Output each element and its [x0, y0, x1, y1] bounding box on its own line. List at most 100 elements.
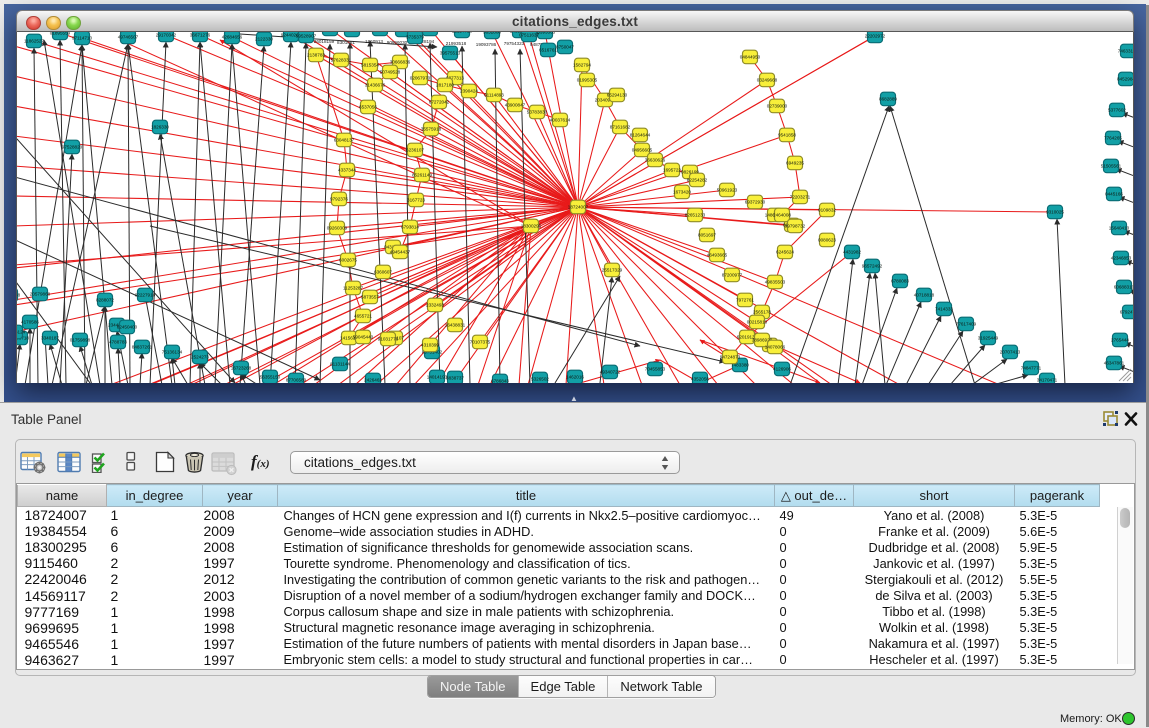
svg-text:14014193: 14014193 [427, 375, 448, 380]
svg-text:1462016: 1462016 [566, 375, 584, 380]
svg-text:25517329: 25517329 [602, 268, 623, 273]
svg-text:8682889: 8682889 [879, 97, 897, 102]
svg-text:84837261: 84837261 [132, 345, 153, 350]
svg-text:2138783: 2138783 [307, 53, 325, 58]
svg-text:97114710: 97114710 [72, 36, 93, 41]
svg-text:0109832: 0109832 [818, 208, 836, 213]
svg-text:18724007: 18724007 [568, 205, 589, 210]
svg-text:20579868: 20579868 [30, 292, 51, 297]
svg-text:36630626: 36630626 [645, 158, 666, 163]
svg-text:04956605: 04956605 [632, 148, 653, 153]
svg-text:6236107: 6236107 [406, 148, 424, 153]
svg-text:1673420: 1673420 [673, 190, 691, 195]
svg-text:60688310: 60688310 [1114, 285, 1133, 290]
svg-text:81264644: 81264644 [630, 133, 651, 138]
svg-text:2817180: 2817180 [436, 83, 454, 88]
svg-text:14078066: 14078066 [765, 345, 786, 350]
svg-text:6360607: 6360607 [374, 270, 392, 275]
svg-text:9541858: 9541858 [778, 133, 796, 138]
svg-text:1695722: 1695722 [663, 168, 681, 173]
svg-text:3167723: 3167723 [407, 198, 425, 203]
svg-text:6516761: 6516761 [539, 48, 557, 53]
svg-text:39575513: 39575513 [440, 51, 461, 56]
svg-text:21993518: 21993518 [446, 41, 467, 46]
svg-text:0080623: 0080623 [818, 238, 836, 243]
svg-text:92083124: 92083124 [17, 330, 26, 335]
svg-text:31925449: 31925449 [978, 336, 999, 341]
svg-text:87200977: 87200977 [722, 273, 743, 278]
svg-text:3137215: 3137215 [343, 32, 361, 33]
svg-text:87161682: 87161682 [610, 125, 631, 130]
svg-text:56355150: 56355150 [260, 375, 281, 380]
svg-text:18300295: 18300295 [521, 224, 542, 229]
svg-text:07511637: 07511637 [519, 33, 540, 38]
svg-text:16438831: 16438831 [445, 323, 466, 328]
svg-text:03249668: 03249668 [757, 78, 778, 83]
svg-text:75136134: 75136134 [162, 350, 183, 355]
svg-text:70455853: 70455853 [645, 367, 666, 372]
svg-text:49454437: 49454437 [390, 250, 411, 255]
svg-text:9310025: 9310025 [1046, 210, 1064, 215]
svg-text:6949235: 6949235 [786, 161, 804, 166]
svg-text:02067970: 02067970 [410, 76, 431, 81]
svg-text:01995305: 01995305 [577, 78, 598, 83]
svg-text:4170586: 4170586 [21, 320, 39, 325]
svg-text:2332493: 2332493 [426, 303, 444, 308]
svg-text:1826330: 1826330 [151, 125, 169, 130]
svg-text:6793814: 6793814 [401, 225, 419, 230]
svg-text:2565178: 2565178 [753, 310, 771, 315]
svg-text:9792376: 9792376 [330, 197, 348, 202]
svg-text:67272042: 67272042 [429, 100, 450, 105]
svg-text:2426462: 2426462 [364, 378, 382, 383]
svg-text:7414333: 7414333 [935, 307, 953, 312]
svg-text:51505561: 51505561 [1101, 164, 1122, 169]
svg-text:6002675: 6002675 [339, 258, 357, 263]
svg-text:0445166: 0445166 [1105, 192, 1123, 197]
svg-text:67924708: 67924708 [1120, 310, 1133, 315]
svg-text:50961923: 50961923 [717, 188, 738, 193]
svg-text:82651233: 82651233 [685, 213, 706, 218]
svg-text:3340187: 3340187 [41, 336, 59, 341]
svg-text:40718818: 40718818 [914, 293, 935, 298]
svg-text:6780083: 6780083 [891, 279, 909, 284]
svg-text:81131144: 81131144 [330, 362, 350, 367]
svg-text:40037614: 40037614 [550, 118, 571, 123]
svg-text:26018159: 26018159 [314, 39, 335, 44]
svg-text:8288072: 8288072 [96, 298, 114, 303]
svg-text:61114893: 61114893 [484, 93, 504, 98]
svg-text:90996030: 90996030 [387, 40, 408, 45]
svg-text:00215810: 00215810 [747, 320, 768, 325]
svg-text:34839548: 34839548 [17, 293, 21, 298]
svg-text:42346853: 42346853 [1111, 256, 1132, 261]
svg-text:1860913: 1860913 [365, 39, 383, 44]
svg-text:3852808: 3852808 [483, 32, 501, 35]
svg-text:5873557: 5873557 [361, 295, 379, 300]
svg-text:49340722: 49340722 [600, 370, 621, 375]
svg-text:30666836: 30666836 [390, 60, 411, 65]
svg-text:94724873: 94724873 [720, 355, 741, 360]
svg-text:22202972: 22202972 [865, 34, 886, 39]
svg-text:35575918: 35575918 [421, 127, 442, 132]
svg-text:5377602: 5377602 [1108, 108, 1126, 113]
svg-text:04844950: 04844950 [740, 55, 761, 60]
svg-text:11862527: 11862527 [24, 39, 45, 44]
svg-text:2765444: 2765444 [1111, 338, 1129, 343]
svg-text:2524273: 2524273 [191, 355, 209, 360]
svg-text:8838737: 8838737 [446, 376, 464, 381]
svg-text:6786843: 6786843 [491, 379, 509, 384]
svg-text:59045440: 59045440 [353, 335, 374, 340]
svg-text:34170471: 34170471 [1037, 378, 1058, 383]
svg-text:53783830: 53783830 [527, 110, 548, 115]
svg-text:31436676: 31436676 [365, 83, 386, 88]
svg-text:7764265: 7764265 [1104, 136, 1122, 141]
svg-text:4126906: 4126906 [773, 367, 791, 372]
svg-text:63048137: 63048137 [334, 138, 355, 143]
svg-text:20707413: 20707413 [1000, 350, 1021, 355]
svg-text:65294130: 65294130 [607, 93, 628, 98]
svg-text:2390424: 2390424 [460, 89, 478, 94]
svg-text:29170342: 29170342 [156, 33, 177, 38]
svg-text:36671276: 36671276 [190, 33, 211, 38]
svg-text:43900847: 43900847 [505, 103, 526, 108]
svg-text:02739000: 02739000 [767, 104, 788, 109]
svg-text:97528820: 97528820 [62, 145, 83, 150]
